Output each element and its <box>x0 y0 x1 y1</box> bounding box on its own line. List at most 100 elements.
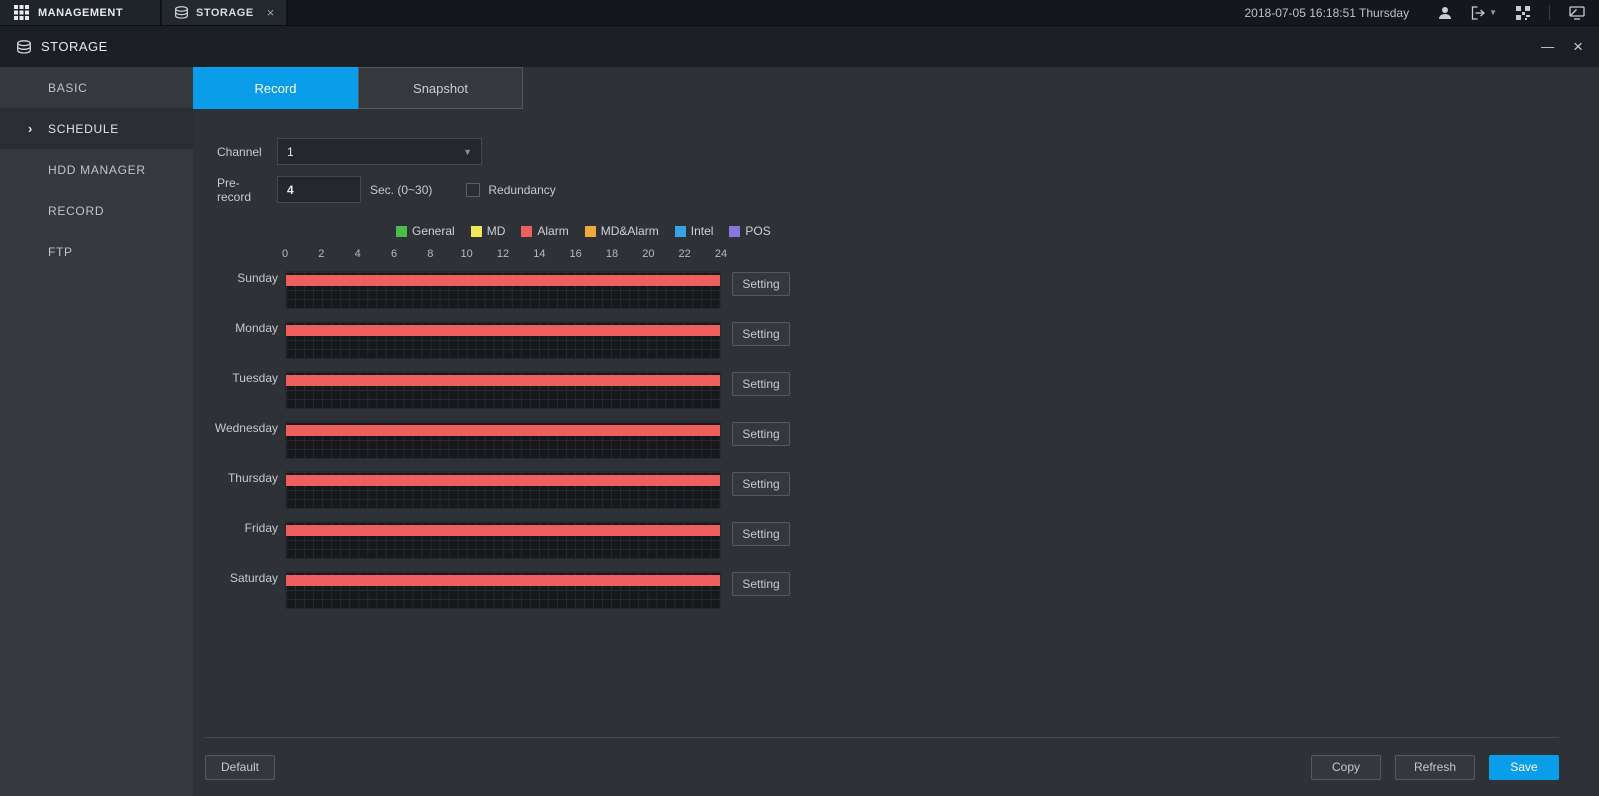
day-label: Thursday <box>193 471 278 485</box>
sidebar-item-label: FTP <box>48 245 73 259</box>
close-icon[interactable]: × <box>1573 38 1583 55</box>
tab-close-icon[interactable]: × <box>267 6 275 19</box>
main-content: Record Snapshot Channel 1 ▼ Pre-record S… <box>193 67 1599 796</box>
schedule-grid[interactable] <box>285 271 721 309</box>
schedule-bar-alarm[interactable] <box>286 375 720 386</box>
schedule-bar-alarm[interactable] <box>286 275 720 286</box>
channel-select[interactable]: 1 ▼ <box>277 138 482 165</box>
sidebar-item-label: SCHEDULE <box>48 122 119 136</box>
record-type-legend: General MD Alarm MD&Alarm Intel <box>396 224 1599 238</box>
schedule-grid[interactable] <box>285 371 721 409</box>
intel-swatch <box>675 226 686 237</box>
channel-row: Channel 1 ▼ <box>217 138 1599 165</box>
user-icon[interactable] <box>1438 6 1452 20</box>
sidebar: BASIC › SCHEDULE HDD MANAGER RECORD FTP <box>0 67 193 796</box>
general-swatch <box>396 226 407 237</box>
schedule-grid[interactable] <box>285 421 721 459</box>
md-swatch <box>471 226 482 237</box>
footer-actions: Copy Refresh Save <box>1311 755 1559 780</box>
qr-code-icon[interactable] <box>1516 6 1530 20</box>
copy-button[interactable]: Copy <box>1311 755 1381 780</box>
schedule-rows: Sunday Setting Monday Setting Tuesday <box>193 271 1599 609</box>
sidebar-item-label: HDD MANAGER <box>48 163 146 177</box>
schedule-bar-alarm[interactable] <box>286 525 720 536</box>
storage-tab-label: STORAGE <box>196 7 254 19</box>
management-label: MANAGEMENT <box>38 7 123 19</box>
topbar-divider <box>1549 5 1550 20</box>
schedule-grid[interactable] <box>285 521 721 559</box>
schedule-bar-alarm[interactable] <box>286 475 720 486</box>
legend-item-alarm: Alarm <box>521 224 568 238</box>
schedule-bar-alarm[interactable] <box>286 575 720 586</box>
logout-icon[interactable]: ▼ <box>1471 6 1497 20</box>
setting-button[interactable]: Setting <box>732 472 790 496</box>
schedule-grid[interactable] <box>285 471 721 509</box>
legend-item-md-alarm: MD&Alarm <box>585 224 659 238</box>
channel-label: Channel <box>217 145 273 159</box>
day-label: Wednesday <box>193 421 278 435</box>
default-button[interactable]: Default <box>205 755 275 780</box>
prerecord-input[interactable] <box>277 176 361 203</box>
redundancy-checkbox[interactable] <box>466 183 480 197</box>
sidebar-item-ftp[interactable]: FTP <box>0 231 193 272</box>
hour-axis: 0 2 4 6 8 10 12 14 16 18 20 22 24 <box>285 248 721 262</box>
window-controls: — × <box>1541 38 1583 55</box>
chevron-right-icon: › <box>28 121 33 136</box>
sidebar-item-label: BASIC <box>48 81 88 95</box>
sidebar-item-record[interactable]: RECORD <box>0 190 193 231</box>
topbar: MANAGEMENT STORAGE × 2018-07-05 16:18:51… <box>0 0 1599 25</box>
day-label: Sunday <box>193 271 278 285</box>
setting-button[interactable]: Setting <box>732 322 790 346</box>
schedule-row-wednesday: Wednesday Setting <box>193 421 1599 459</box>
schedule-row-tuesday: Tuesday Setting <box>193 371 1599 409</box>
pos-swatch <box>729 226 740 237</box>
window-title-group: STORAGE <box>16 39 108 54</box>
prerecord-row: Pre-record Sec. (0~30) Redundancy <box>217 176 1599 203</box>
sidebar-item-label: RECORD <box>48 204 104 218</box>
sidebar-item-basic[interactable]: BASIC <box>0 67 193 108</box>
schedule-grid[interactable] <box>285 321 721 359</box>
tab-record[interactable]: Record <box>193 67 358 109</box>
screen: MANAGEMENT STORAGE × 2018-07-05 16:18:51… <box>0 0 1599 796</box>
day-label: Tuesday <box>193 371 278 385</box>
setting-button[interactable]: Setting <box>732 572 790 596</box>
window-titlebar: STORAGE — × <box>0 25 1599 67</box>
save-button[interactable]: Save <box>1489 755 1559 780</box>
schedule-bar-alarm[interactable] <box>286 425 720 436</box>
setting-button[interactable]: Setting <box>732 372 790 396</box>
day-label: Monday <box>193 321 278 335</box>
legend-item-intel: Intel <box>675 224 714 238</box>
redundancy-label: Redundancy <box>488 183 555 197</box>
chevron-down-icon: ▼ <box>1489 8 1497 17</box>
schedule-row-friday: Friday Setting <box>193 521 1599 559</box>
legend-item-md: MD <box>471 224 506 238</box>
topbar-left: MANAGEMENT STORAGE × <box>0 0 288 25</box>
legend-item-pos: POS <box>729 224 770 238</box>
sidebar-item-hdd-manager[interactable]: HDD MANAGER <box>0 149 193 190</box>
schedule-form: Channel 1 ▼ Pre-record Sec. (0~30) Redun… <box>193 109 1599 203</box>
setting-button[interactable]: Setting <box>732 422 790 446</box>
minimize-icon[interactable]: — <box>1541 40 1554 53</box>
schedule-row-monday: Monday Setting <box>193 321 1599 359</box>
legend-item-general: General <box>396 224 455 238</box>
schedule-grid[interactable] <box>285 571 721 609</box>
apps-grid-icon <box>14 5 29 20</box>
setting-button[interactable]: Setting <box>732 272 790 296</box>
storage-disk-icon <box>16 40 32 54</box>
tab-snapshot[interactable]: Snapshot <box>358 67 523 109</box>
day-label: Saturday <box>193 571 278 585</box>
schedule-row-thursday: Thursday Setting <box>193 471 1599 509</box>
refresh-button[interactable]: Refresh <box>1395 755 1475 780</box>
sidebar-item-schedule[interactable]: › SCHEDULE <box>0 108 193 149</box>
topbar-right: 2018-07-05 16:18:51 Thursday ▼ <box>1245 0 1599 25</box>
page-title: STORAGE <box>41 39 108 54</box>
management-menu-button[interactable]: MANAGEMENT <box>0 0 160 25</box>
schedule-bar-alarm[interactable] <box>286 325 720 336</box>
storage-disk-icon <box>174 6 189 19</box>
storage-module-tab[interactable]: STORAGE × <box>160 0 288 25</box>
setting-button[interactable]: Setting <box>732 522 790 546</box>
alarm-swatch <box>521 226 532 237</box>
tab-bar: Record Snapshot <box>193 67 1599 109</box>
monitor-icon[interactable] <box>1569 6 1585 20</box>
prerecord-label: Pre-record <box>217 176 273 204</box>
